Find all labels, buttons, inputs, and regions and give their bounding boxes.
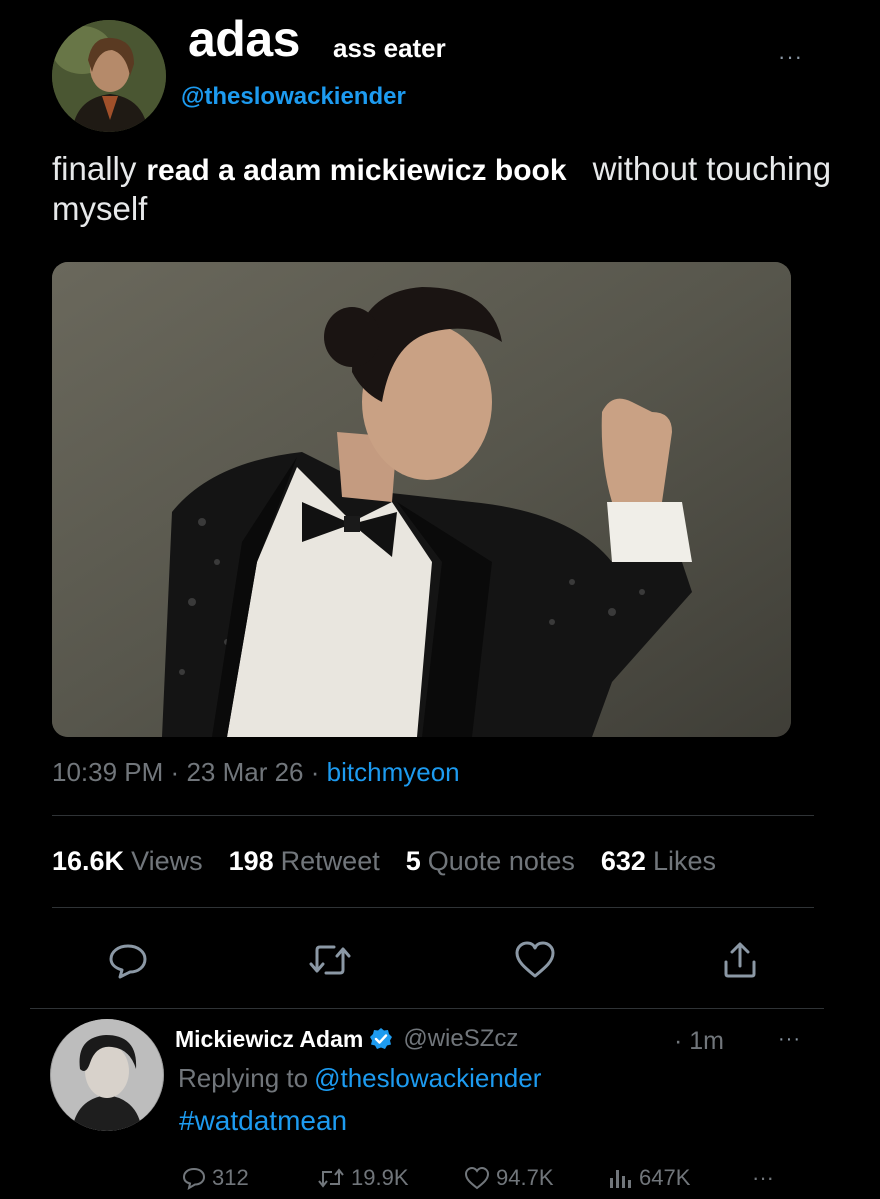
author-handle[interactable]: @theslowackiender: [181, 83, 406, 111]
stat-views[interactable]: 16.6K Views: [52, 846, 203, 877]
tweet-date: 23 Mar 26: [186, 757, 304, 787]
stat-value: 5: [405, 846, 421, 876]
tweet-text-bold: read a adam mickiewicz book: [146, 154, 567, 187]
reply-author-name[interactable]: Mickiewicz Adam: [175, 1026, 363, 1053]
stat-label: Views: [131, 846, 203, 876]
more-options-icon[interactable]: ···: [778, 44, 803, 70]
reply-views-action[interactable]: 647K: [607, 1165, 690, 1191]
meta-separator: ·: [310, 757, 320, 787]
stat-label: Retweet: [280, 846, 380, 876]
share-button[interactable]: [716, 936, 764, 984]
author-avatar[interactable]: [52, 20, 166, 132]
reply-hashtag[interactable]: #watdatmean: [179, 1105, 347, 1137]
replying-to-line: Replying to @theslowackiender: [178, 1063, 541, 1094]
reply-timestamp[interactable]: · 1m: [674, 1027, 724, 1056]
reply-author-line: Mickiewicz Adam @wieSZcz: [175, 1025, 518, 1053]
reply-share-action[interactable]: ···: [752, 1165, 774, 1191]
stat-value: 198: [228, 846, 274, 876]
reply-button[interactable]: [104, 936, 152, 984]
reply-count: 312: [212, 1165, 249, 1190]
like-count: 94.7K: [496, 1165, 554, 1190]
author-display-name[interactable]: adas: [188, 10, 300, 68]
like-icon: [515, 941, 555, 978]
views-chart-icon: [610, 1170, 631, 1188]
tweet-text: finally read a adam mickiewicz book withou…: [52, 150, 842, 228]
tweet-time: 10:39 PM: [52, 757, 164, 787]
reply-author-avatar[interactable]: [50, 1019, 164, 1131]
stat-value: 632: [600, 846, 646, 876]
tweet-stats: 16.6K Views 198 Retweet 5 Quote notes 632 Li…: [52, 846, 742, 877]
share-icon: [724, 942, 756, 978]
like-button[interactable]: [511, 936, 559, 984]
reply-comment-action[interactable]: 312: [182, 1165, 249, 1191]
replying-to-mention[interactable]: @theslowackiender: [314, 1063, 541, 1093]
more-small-icon: ···: [752, 1165, 774, 1190]
stat-label: Quote notes: [427, 846, 575, 876]
retweet-button[interactable]: [306, 936, 354, 984]
like-icon: [464, 1166, 490, 1190]
stat-retweets[interactable]: 198 Retweet: [229, 846, 380, 877]
retweet-count: 19.9K: [351, 1165, 409, 1190]
reply-author-handle[interactable]: @wieSZcz: [403, 1025, 518, 1053]
stat-likes[interactable]: 632 Likes: [601, 846, 716, 877]
divider: [52, 907, 814, 908]
reply-retweet-action[interactable]: 19.9K: [317, 1165, 409, 1191]
retweet-icon: [318, 1168, 344, 1188]
views-count: 647K: [639, 1165, 691, 1190]
stat-value: 16.6K: [52, 846, 125, 876]
stat-quotes[interactable]: 5 Quote notes: [406, 846, 575, 877]
reply-like-action[interactable]: 94.7K: [464, 1165, 554, 1191]
author-name-suffix: ass eater: [333, 33, 446, 63]
divider: [30, 1008, 824, 1009]
tweet-media-image[interactable]: [52, 262, 791, 737]
reply-icon: [109, 944, 147, 979]
meta-separator: ·: [170, 757, 180, 787]
tweet-text-start: finally: [52, 150, 137, 187]
replying-to-label: Replying to: [178, 1063, 309, 1093]
verified-badge-icon: [370, 1028, 393, 1049]
tweet-meta: 10:39 PM · 23 Mar 26 · bitchmyeon: [52, 757, 460, 788]
divider: [52, 815, 814, 816]
reply-more-options-icon[interactable]: ···: [778, 1028, 801, 1051]
retweet-icon: [309, 945, 351, 975]
tweet-source-link[interactable]: bitchmyeon: [327, 757, 460, 787]
reply-icon: [182, 1167, 206, 1190]
stat-label: Likes: [652, 846, 716, 876]
